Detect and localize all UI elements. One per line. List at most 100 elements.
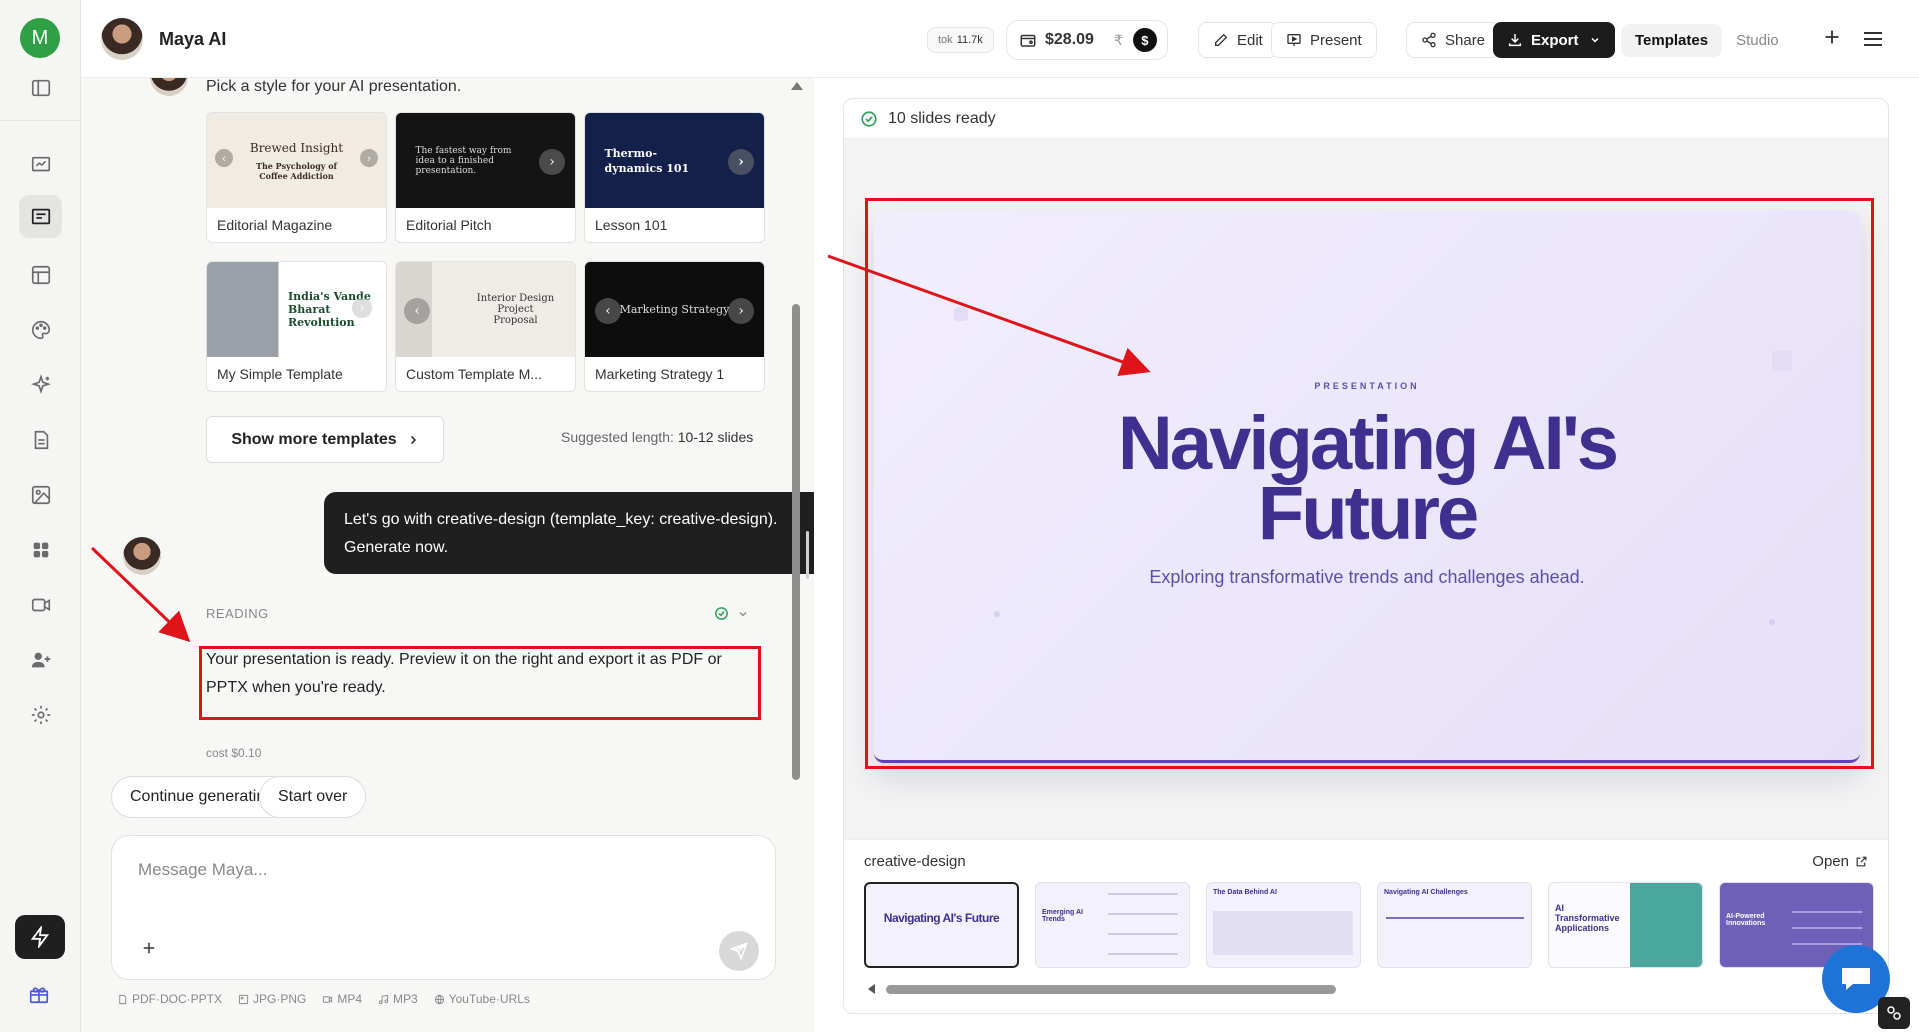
template-name: Marketing Strategy 1: [595, 366, 725, 382]
format-label: YouTube·URLs: [448, 992, 530, 1006]
format-label: PDF·DOC·PPTX: [132, 992, 222, 1006]
slide-thumbnail[interactable]: AI Transformative Applications: [1548, 882, 1703, 968]
export-button[interactable]: Export: [1493, 22, 1615, 58]
present-button[interactable]: Present: [1271, 22, 1377, 58]
tab-studio[interactable]: Studio: [1722, 24, 1793, 57]
scrollbar-thumb[interactable]: [792, 304, 800, 780]
slide-thumbnail[interactable]: Emerging AI Trends: [1035, 882, 1190, 968]
video-icon[interactable]: [24, 588, 57, 621]
dashboard-icon[interactable]: [24, 148, 57, 181]
format-label: MP3: [393, 992, 418, 1006]
currency-dollar-badge[interactable]: $: [1132, 28, 1157, 52]
chevron-down-icon: [739, 611, 747, 616]
reading-label: READING: [206, 606, 269, 621]
image-icon[interactable]: [24, 478, 57, 511]
message-cost: cost $0.10: [206, 746, 262, 760]
template-name: Editorial Pitch: [406, 217, 492, 233]
wallet-balance[interactable]: $28.09 ₹ $: [1006, 20, 1168, 60]
scroll-up-arrow-icon[interactable]: [791, 82, 803, 90]
template-card[interactable]: Interior Design Project Proposal ‹ Custo…: [395, 261, 576, 392]
gift-icon[interactable]: [28, 983, 50, 1010]
send-button[interactable]: [719, 931, 759, 971]
thumbnail-image: [1630, 883, 1702, 967]
chevron-right-icon[interactable]: ›: [539, 149, 565, 175]
chevron-left-icon[interactable]: ‹: [595, 298, 621, 324]
document-icon[interactable]: [24, 423, 57, 456]
thumbnail-title: The Data Behind AI: [1213, 889, 1277, 896]
reading-status[interactable]: [714, 606, 749, 621]
scrollbar-thumb[interactable]: [886, 985, 1336, 994]
message-input[interactable]: Message Maya...: [138, 860, 267, 880]
currency-rupee[interactable]: ₹: [1114, 32, 1123, 49]
scroll-left-arrow-icon[interactable]: [868, 984, 875, 994]
chevron-left-icon[interactable]: ‹: [404, 298, 430, 324]
template-card[interactable]: Brewed Insight The Psychology of Coffee …: [206, 112, 387, 243]
chevron-right-icon: [410, 435, 416, 444]
sparkles-icon[interactable]: [24, 368, 57, 401]
attach-plus-icon[interactable]: [140, 939, 158, 962]
slide-thumbnail[interactable]: Navigating AI Challenges: [1377, 882, 1532, 968]
show-more-templates-button[interactable]: Show more templates: [206, 416, 444, 463]
extension-icon[interactable]: [1878, 997, 1910, 1029]
template-name: Editorial Magazine: [217, 217, 333, 233]
image-icon: [238, 994, 249, 1004]
tab-templates[interactable]: Templates: [1621, 23, 1723, 57]
user-avatar[interactable]: M: [20, 18, 60, 58]
slide-thumbnail[interactable]: The Data Behind AI: [1206, 882, 1361, 968]
thumbnail-line: [1108, 893, 1178, 895]
chat-scrollbar[interactable]: [790, 78, 803, 780]
plus-icon[interactable]: [1821, 26, 1843, 53]
thumbnail-line: [1386, 917, 1524, 919]
hamburger-menu-icon[interactable]: [1861, 27, 1885, 56]
template-card[interactable]: The fastest way from idea to a finished …: [395, 112, 576, 243]
present-label: Present: [1310, 31, 1362, 49]
layout-icon[interactable]: [24, 258, 57, 291]
thumbnail-line: [1792, 927, 1862, 929]
slide-thumbnail[interactable]: Navigating AI's Future: [864, 882, 1019, 968]
open-button[interactable]: Open: [1812, 853, 1868, 870]
format-web: YouTube·URLs: [434, 992, 530, 1006]
template-card[interactable]: Thermo-dynamics 101 › Lesson 101: [584, 112, 765, 243]
token-value: 11.7k: [956, 34, 983, 46]
settings-icon[interactable]: [24, 698, 57, 731]
chevron-right-icon[interactable]: ›: [352, 298, 372, 318]
sidebar-toggle-icon[interactable]: [24, 71, 57, 104]
start-over-button[interactable]: Start over: [259, 776, 367, 818]
format-video: MP4: [322, 992, 362, 1006]
lightning-icon[interactable]: [15, 915, 65, 959]
thumbnail-line: [1108, 913, 1178, 915]
template-card[interactable]: India's Vande Bharat Revolution › My Sim…: [206, 261, 387, 392]
panel-resize-handle[interactable]: [806, 531, 809, 579]
balance-value: $28.09: [1045, 31, 1094, 48]
show-more-label: Show more templates: [231, 430, 397, 448]
add-user-icon[interactable]: [24, 643, 57, 676]
thumb-title: The fastest way from idea to a finished …: [415, 145, 512, 176]
message-composer[interactable]: Message Maya...: [111, 835, 776, 980]
chat-bubble-icon: [1842, 968, 1870, 990]
template-card[interactable]: Marketing Strategy ‹ › Marketing Strateg…: [584, 261, 765, 392]
apps-icon[interactable]: [24, 533, 57, 566]
video-icon: [323, 995, 333, 1003]
view-tabs: Templates Studio: [1621, 22, 1793, 58]
top-bar: Maya AI tok 11.7k $28.09 ₹ $ Edit Presen…: [81, 0, 1919, 78]
token-counter: tok 11.7k: [927, 27, 994, 53]
chevron-left-icon[interactable]: ‹: [215, 149, 233, 167]
chevron-right-icon[interactable]: ›: [728, 298, 754, 324]
chevron-right-icon[interactable]: ›: [728, 149, 754, 175]
send-icon: [730, 942, 748, 960]
palette-icon[interactable]: [24, 313, 57, 346]
presentations-icon[interactable]: [19, 195, 62, 238]
user-message: Let's go with creative-design (template_…: [324, 492, 814, 574]
chevron-right-icon[interactable]: ›: [360, 149, 378, 167]
chevron-down-icon: [1590, 37, 1599, 43]
supported-formats: PDF·DOC·PPTX JPG·PNG MP4 MP3 YouTube·URL…: [117, 992, 530, 1006]
share-button[interactable]: Share: [1406, 22, 1501, 58]
thumbnail-line: [1108, 933, 1178, 935]
slides-ready-status: 10 slides ready: [888, 109, 996, 127]
thumbnail-title: Emerging AI Trends: [1042, 909, 1083, 923]
edit-button[interactable]: Edit: [1198, 22, 1278, 58]
thumbnail-line: [1792, 911, 1862, 913]
assistant-avatar: [150, 78, 188, 96]
thumb-title: Brewed Insight: [249, 140, 344, 155]
thumbnail-scrollbar[interactable]: [868, 984, 1338, 994]
